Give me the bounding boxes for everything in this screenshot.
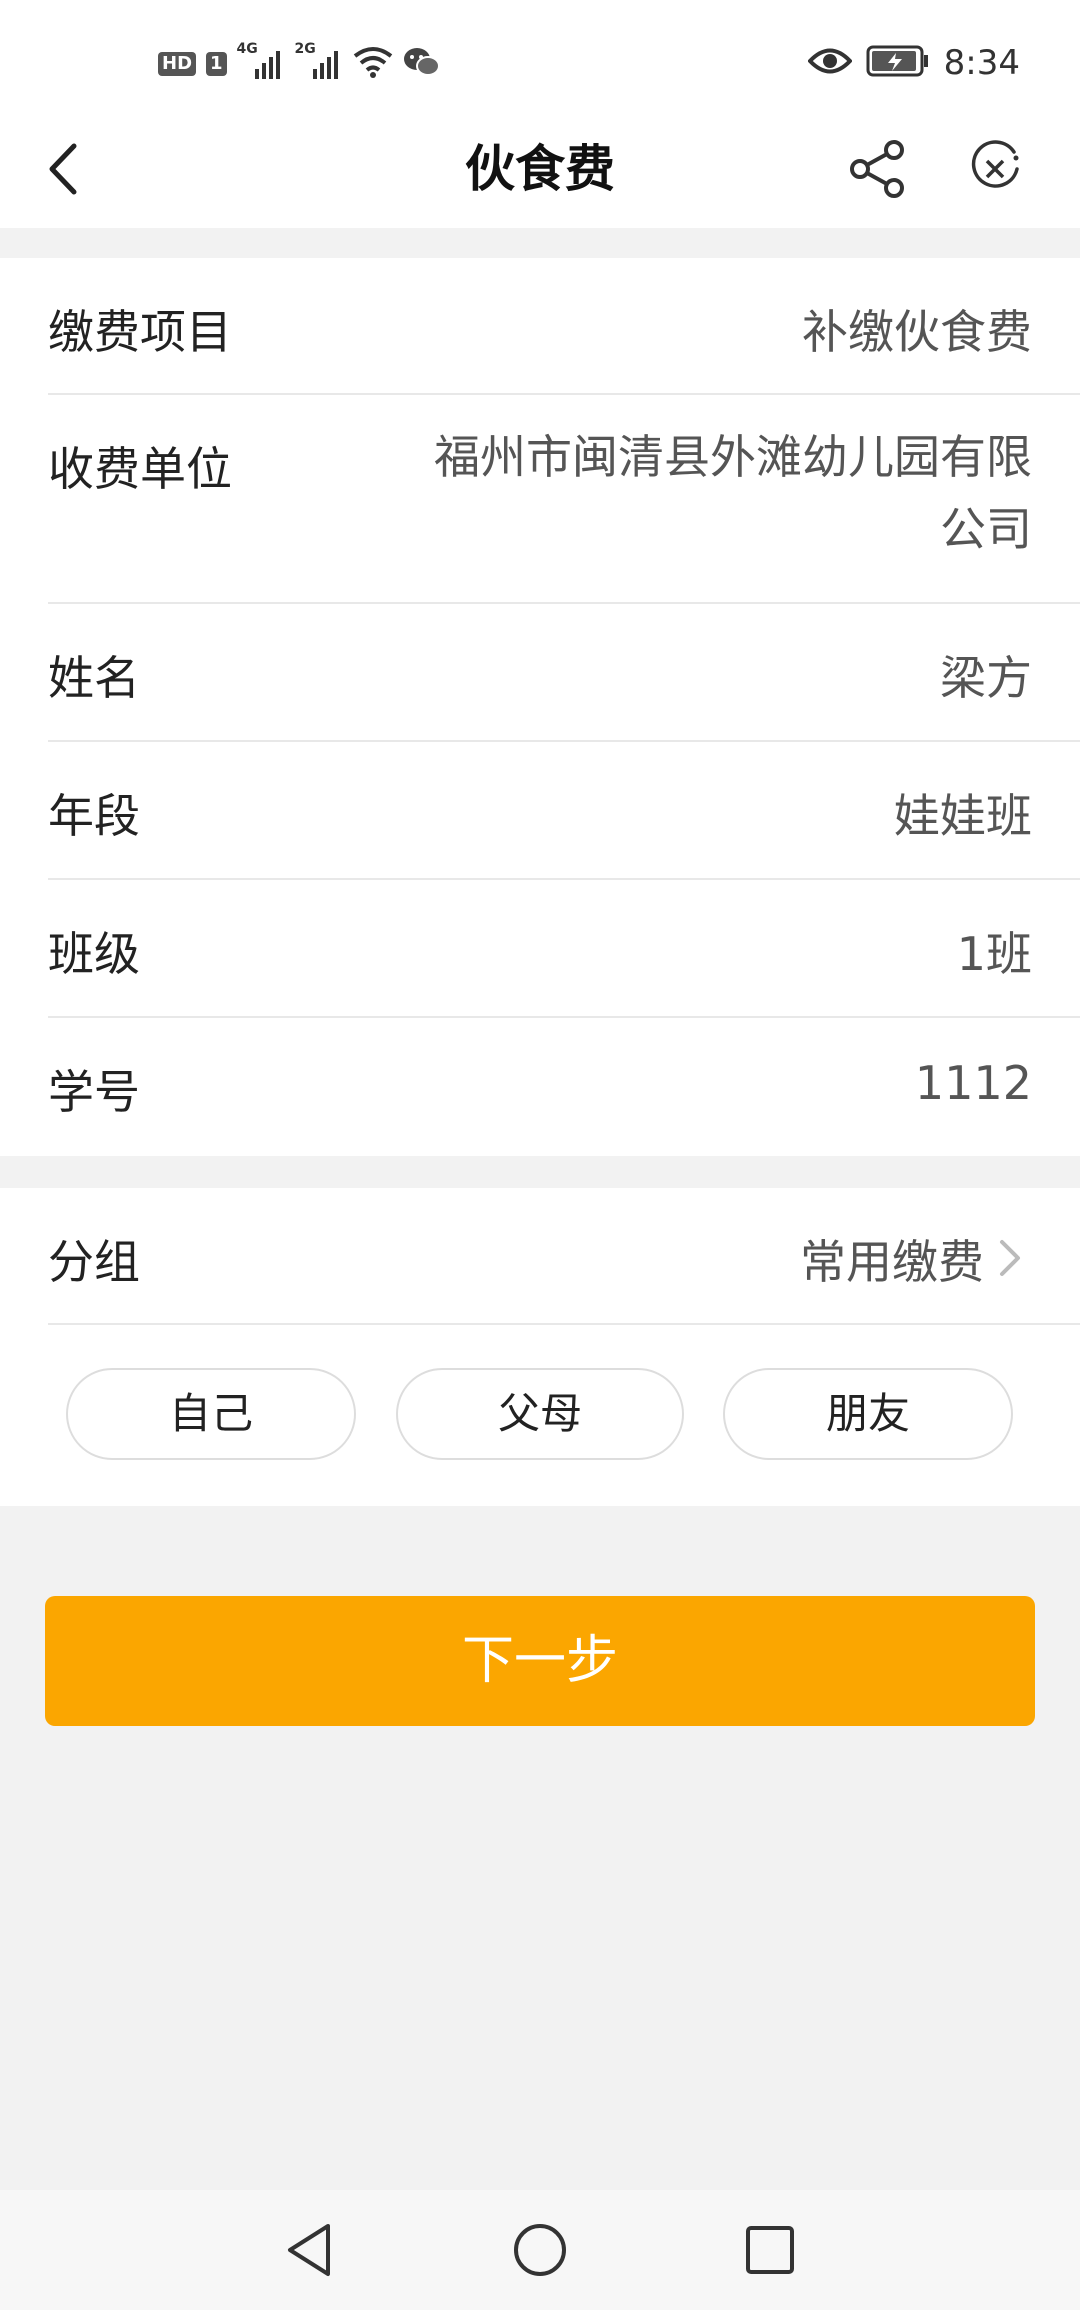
signal-2g-icon: 2G — [295, 41, 343, 81]
status-bar: HD 1 4G 2G 8:34 — [0, 0, 1080, 110]
row-label: 收费单位 — [48, 442, 232, 496]
row-label: 班级 — [48, 927, 140, 981]
row-value: 1班 — [956, 927, 1032, 981]
clock-time: 8:34 — [943, 43, 1020, 83]
title-bar: 伙食费 — [0, 110, 1080, 228]
row-value: 补缴伙食费 — [802, 305, 1032, 359]
payment-details-card: 缴费项目 补缴伙食费 收费单位 福州市闽清县外滩幼儿园有限公司 姓名 梁方 年段… — [0, 258, 1080, 1156]
row-label: 学号 — [48, 1065, 140, 1119]
row-label: 姓名 — [48, 651, 140, 705]
nav-recents-square-icon[interactable] — [742, 2222, 798, 2278]
wechat-icon — [403, 46, 441, 82]
status-icons-right: 8:34 — [806, 40, 1020, 86]
row-value: 福州市闽清县外滩幼儿园有限公司 — [434, 430, 1032, 556]
row-value: 娃娃班 — [894, 789, 1032, 843]
close-button[interactable] — [962, 136, 1028, 202]
page-title: 伙食费 — [465, 140, 615, 198]
wifi-icon — [353, 46, 393, 82]
status-icons-left: HD 1 4G 2G — [158, 41, 441, 84]
system-nav-bar — [0, 2190, 1080, 2310]
share-button[interactable] — [846, 136, 912, 202]
row-value: 梁方 — [940, 651, 1032, 705]
group-chips: 自己 父母 朋友 — [0, 1368, 1080, 1464]
group-label: 分组 — [48, 1235, 140, 1289]
row-label: 缴费项目 — [48, 305, 232, 359]
hd-badge: HD — [158, 52, 197, 76]
detail-row-grade: 年段 娃娃班 — [48, 742, 1080, 880]
detail-row-student-id: 学号 1112 — [48, 1018, 1080, 1156]
nav-home-circle-icon[interactable] — [510, 2220, 570, 2280]
chevron-right-icon — [1000, 1240, 1020, 1276]
group-value: 常用缴费 — [800, 1235, 984, 1289]
chevron-left-icon — [49, 143, 77, 195]
detail-row-name: 姓名 梁方 — [48, 604, 1080, 742]
detail-row-item: 缴费项目 补缴伙食费 — [48, 258, 1080, 395]
nav-back-triangle-icon[interactable] — [282, 2220, 338, 2280]
network-type-1: 4G — [236, 41, 258, 57]
close-circle-icon — [971, 140, 1019, 188]
next-step-button[interactable]: 下一步 — [45, 1596, 1035, 1726]
signal-4g-icon: 4G — [237, 41, 285, 81]
chip-friends[interactable]: 朋友 — [723, 1368, 1013, 1460]
group-selector[interactable]: 分组 常用缴费 — [48, 1188, 1080, 1325]
row-label: 年段 — [48, 789, 140, 843]
chip-self[interactable]: 自己 — [66, 1368, 356, 1460]
detail-row-payee: 收费单位 福州市闽清县外滩幼儿园有限公司 — [48, 395, 1080, 604]
eye-icon — [806, 46, 853, 80]
network-type-2: 2G — [294, 41, 316, 57]
chip-parents[interactable]: 父母 — [396, 1368, 684, 1460]
share-icon — [850, 140, 904, 198]
sim-badge: 1 — [206, 52, 227, 76]
row-value: 1112 — [914, 1056, 1032, 1110]
back-button[interactable] — [38, 136, 98, 202]
battery-charging-icon — [866, 44, 930, 82]
detail-row-class: 班级 1班 — [48, 880, 1080, 1018]
